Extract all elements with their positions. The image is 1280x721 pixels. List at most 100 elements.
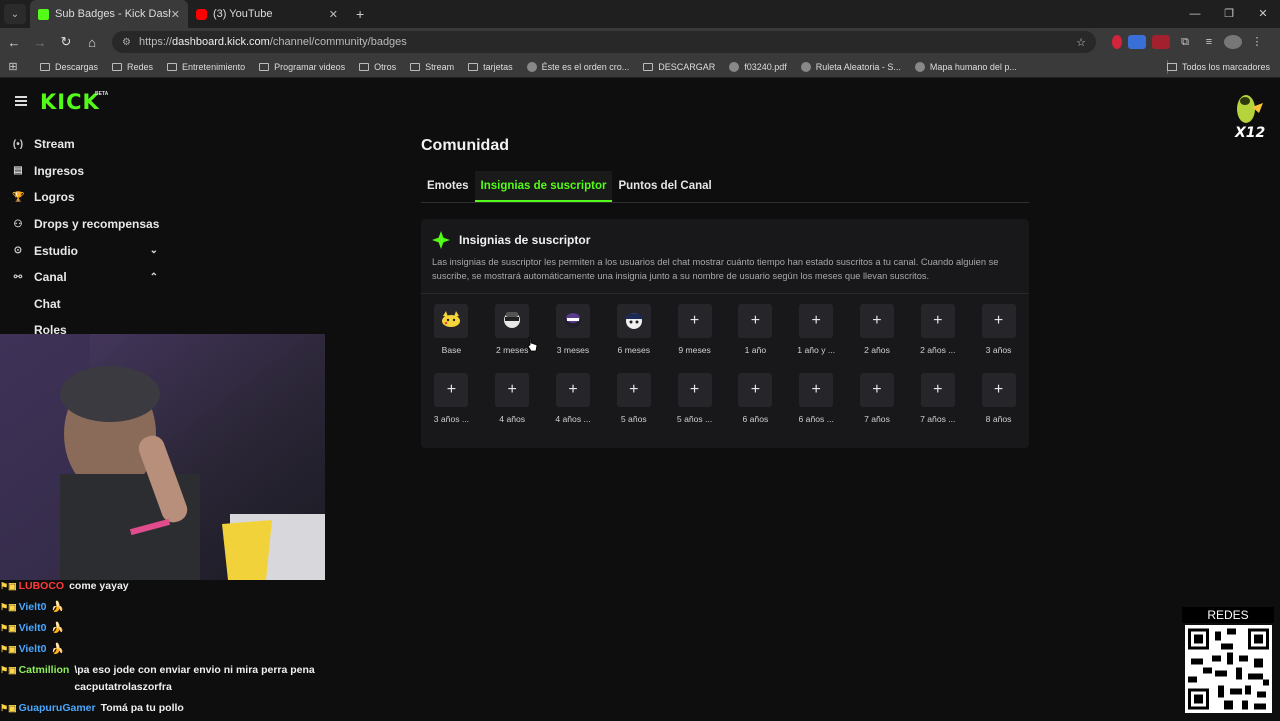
window-close-button[interactable]: ✕ (1246, 0, 1280, 28)
back-button[interactable]: ← (2, 35, 26, 50)
tab-search-button[interactable]: ⌄ (4, 4, 26, 24)
badge-slot[interactable]: +5 años ... (664, 373, 725, 442)
translate-icon[interactable] (1128, 35, 1146, 49)
kick-logo[interactable]: KICK (40, 90, 100, 114)
chat-message: ⚑▣ Catmillion \pa eso jode con enviar envi… (0, 662, 330, 696)
chat-username[interactable]: Vielt0 (19, 599, 47, 616)
bookmark-item[interactable]: Programar videos (259, 62, 345, 72)
chevron-down-icon[interactable]: ⌄ (150, 245, 158, 256)
add-badge-button[interactable]: + (495, 373, 530, 407)
add-badge-button[interactable]: + (920, 373, 955, 407)
site-info-icon[interactable]: ⚙ (122, 37, 131, 48)
badge-slot[interactable]: +2 años ... (907, 304, 968, 373)
add-badge-button[interactable]: + (799, 373, 834, 407)
bookmark-item[interactable]: Entretenimiento (167, 62, 245, 72)
badge-slot[interactable]: +3 años ... (421, 373, 482, 442)
add-badge-button[interactable]: + (677, 304, 712, 338)
chevron-up-icon[interactable]: ⌃ (150, 272, 158, 283)
bookmark-item[interactable]: Stream (410, 62, 454, 72)
tab-puntos-del-canal[interactable]: Puntos del Canal (612, 171, 717, 202)
add-badge-button[interactable]: + (859, 373, 894, 407)
add-badge-button[interactable]: + (981, 304, 1016, 338)
badge-slot[interactable]: +7 años ... (907, 373, 968, 442)
badge-slot[interactable]: +8 años (968, 373, 1029, 442)
chat-username[interactable]: LUBOCO (19, 578, 65, 595)
bookmark-item[interactable]: Ruleta Aleatoria - S... (800, 61, 901, 72)
add-badge-button[interactable]: + (555, 373, 590, 407)
bookmark-item[interactable]: DESCARGAR (643, 62, 715, 72)
chat-username[interactable]: Vielt0 (19, 620, 47, 637)
close-icon[interactable]: ✕ (171, 8, 180, 21)
bookmark-item[interactable]: Redes (112, 62, 153, 72)
bookmark-item[interactable]: f03240.pdf (729, 61, 787, 72)
all-bookmarks[interactable]: Todos los marcadores (1166, 62, 1270, 72)
tab-insignias-de-suscriptor[interactable]: Insignias de suscriptor (474, 171, 613, 202)
badge-image[interactable] (495, 304, 530, 338)
forward-button[interactable]: → (28, 35, 52, 50)
add-badge-button[interactable]: + (738, 373, 773, 407)
tab-emotes[interactable]: Emotes (421, 171, 475, 202)
badge-slot[interactable]: 3 meses (543, 304, 604, 373)
bookmark-item[interactable]: Mapa humano del p... (914, 61, 1017, 72)
badge-slot[interactable]: 6 meses (603, 304, 664, 373)
extensions-puzzle-icon[interactable]: ⧉ (1176, 35, 1194, 49)
badge-slot[interactable]: +1 año (725, 304, 786, 373)
badge-slot[interactable]: +1 año y ... (786, 304, 847, 373)
chat-username[interactable]: Catmillion (19, 662, 70, 696)
bookmark-item[interactable]: Éste es el orden cro... (526, 61, 629, 72)
browser-tab-kick[interactable]: Sub Badges - Kick Dashboard ✕ (30, 0, 188, 28)
badge-slot[interactable]: Base (421, 304, 482, 373)
add-badge-button[interactable]: + (677, 373, 712, 407)
add-badge-button[interactable]: + (799, 304, 834, 338)
sidebar-item-ingresos[interactable]: ▤ Ingresos (0, 158, 170, 185)
badge-slot[interactable]: +4 años (482, 373, 543, 442)
close-icon[interactable]: ✕ (329, 8, 338, 21)
new-tab-button[interactable]: + (356, 6, 364, 22)
extension-maroon-icon[interactable] (1152, 35, 1170, 49)
restore-button[interactable]: ❐ (1212, 0, 1246, 28)
add-badge-button[interactable]: + (859, 304, 894, 338)
sidebar-item-chat[interactable]: Chat (0, 291, 170, 318)
chat-username[interactable]: Vielt0 (19, 641, 47, 658)
browser-tab-youtube[interactable]: (3) YouTube ✕ (188, 0, 346, 28)
minimize-button[interactable]: — (1178, 0, 1212, 28)
badge-image[interactable] (555, 304, 590, 338)
menu-icon[interactable] (15, 96, 27, 106)
browser-menu-icon[interactable]: ⋮ (1248, 35, 1266, 49)
bookmark-star-icon[interactable]: ☆ (1076, 36, 1086, 49)
reload-button[interactable]: ↻ (54, 34, 78, 50)
sidebar-item-canal[interactable]: ⚯ Canal ⌃ (0, 264, 170, 291)
sidebar-item-stream[interactable]: (•) Stream (0, 131, 170, 158)
sidebar-item-drops[interactable]: ⚇ Drops y recompensas (0, 211, 170, 238)
chat-overlay: ⚑▣ LUBOCO come yayay ⚑▣ Vielt0 🍌 ⚑▣ Vielt0 🍌 ⚑▣ Vi… (0, 578, 330, 721)
badge-slot[interactable]: +7 años (847, 373, 908, 442)
add-badge-button[interactable]: + (434, 373, 469, 407)
media-control-icon[interactable]: ≡ (1200, 35, 1218, 49)
add-badge-button[interactable]: + (738, 304, 773, 338)
add-badge-button[interactable]: + (920, 304, 955, 338)
extension-red-icon[interactable] (1112, 35, 1122, 49)
chat-username[interactable]: GuapuruGamer (19, 700, 96, 717)
home-button[interactable]: ⌂ (80, 35, 104, 50)
add-badge-button[interactable]: + (616, 373, 651, 407)
badge-image[interactable] (434, 304, 469, 338)
profile-icon[interactable] (1224, 35, 1242, 49)
badge-slot[interactable]: +6 años ... (786, 373, 847, 442)
badge-slot[interactable]: +4 años ... (543, 373, 604, 442)
add-badge-button[interactable]: + (981, 373, 1016, 407)
badge-slot[interactable]: +2 años (847, 304, 908, 373)
bookmark-item[interactable]: tarjetas (468, 62, 513, 72)
badge-slot[interactable]: +5 años (603, 373, 664, 442)
badge-image[interactable] (616, 304, 651, 338)
bookmark-item[interactable]: Descargas (40, 62, 98, 72)
user-avatar[interactable]: X12 (1232, 91, 1266, 143)
sidebar-item-logros[interactable]: 🏆 Logros (0, 184, 170, 211)
bookmark-item[interactable]: Otros (359, 62, 396, 72)
plus-icon: + (933, 381, 943, 398)
badge-slot[interactable]: +3 años (968, 304, 1029, 373)
apps-grid-icon[interactable]: ⊞ (0, 60, 26, 73)
url-bar[interactable]: ⚙ https://dashboard.kick.com/channel/com… (112, 31, 1096, 53)
badge-slot[interactable]: +6 años (725, 373, 786, 442)
sidebar-item-estudio[interactable]: ⊙ Estudio ⌄ (0, 237, 170, 264)
badge-slot[interactable]: +9 meses (664, 304, 725, 373)
